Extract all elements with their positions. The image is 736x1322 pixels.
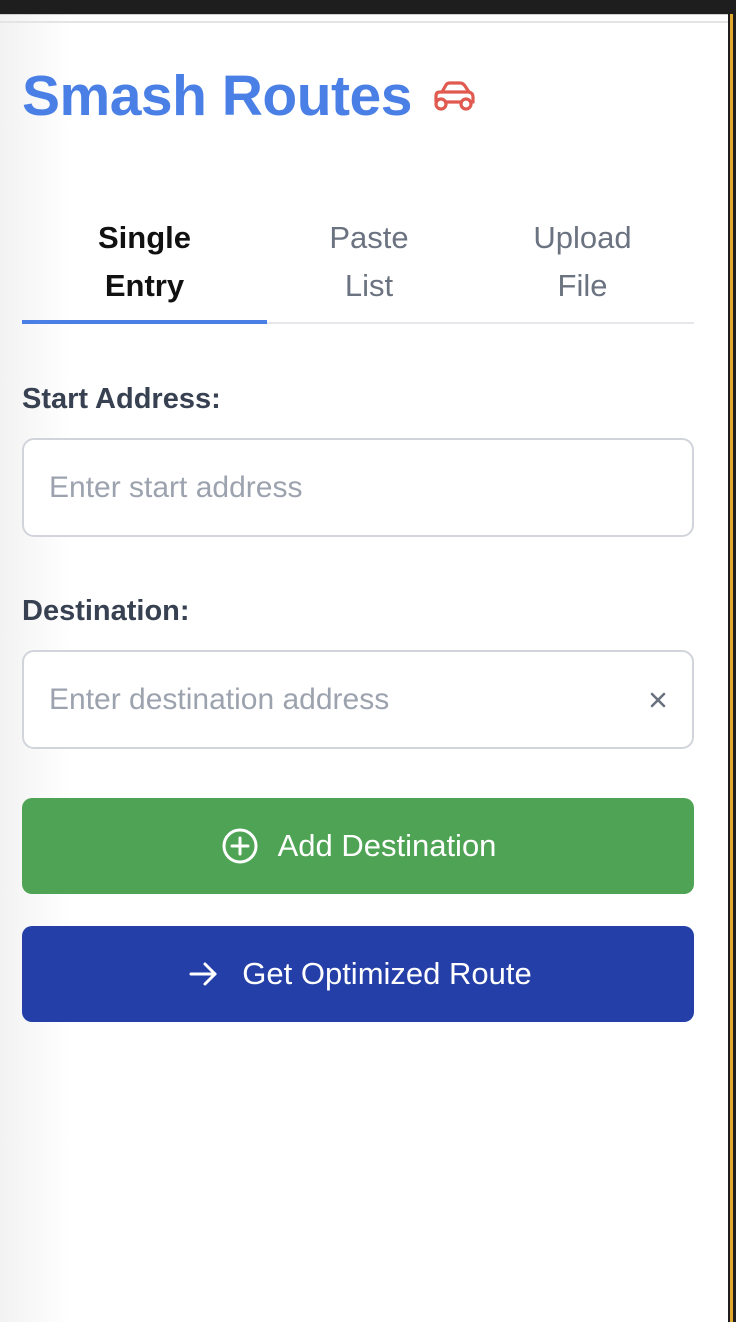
car-icon [430, 80, 476, 116]
tab-single-entry-label: Single Entry [97, 220, 191, 303]
destination-field[interactable] [22, 650, 694, 749]
app-title: Smash Routes [22, 64, 412, 128]
add-destination-button[interactable]: Add Destination [22, 798, 694, 894]
get-optimized-route-button[interactable]: Get Optimized Route [22, 926, 694, 1022]
start-address-label: Start Address: [22, 383, 221, 415]
get-optimized-route-label: Get Optimized Route [242, 956, 532, 991]
destination-label: Destination: [22, 595, 190, 627]
destination-input[interactable] [49, 652, 629, 747]
start-address-input[interactable] [49, 440, 629, 535]
window-top-bar [0, 0, 736, 14]
resize-handle[interactable] [730, 14, 733, 1322]
tab-upload-file[interactable]: Upload File [471, 200, 694, 324]
tab-upload-file-label: Upload File [533, 220, 632, 303]
active-tab-indicator [22, 320, 267, 324]
tab-single-entry[interactable]: Single Entry [22, 200, 267, 324]
input-mode-tabs: Single Entry Paste List Upload File [22, 200, 694, 324]
close-icon[interactable] [646, 688, 670, 712]
arrow-right-icon [184, 954, 224, 994]
add-destination-label: Add Destination [277, 828, 497, 863]
start-address-field[interactable] [22, 438, 694, 537]
window-right-edge [728, 14, 736, 1322]
tab-paste-list[interactable]: Paste List [267, 200, 471, 324]
panel-divider [0, 21, 728, 23]
plus-circle-icon [220, 826, 260, 866]
app-header: Smash Routes [22, 62, 476, 130]
tab-paste-list-label: Paste List [329, 220, 409, 303]
